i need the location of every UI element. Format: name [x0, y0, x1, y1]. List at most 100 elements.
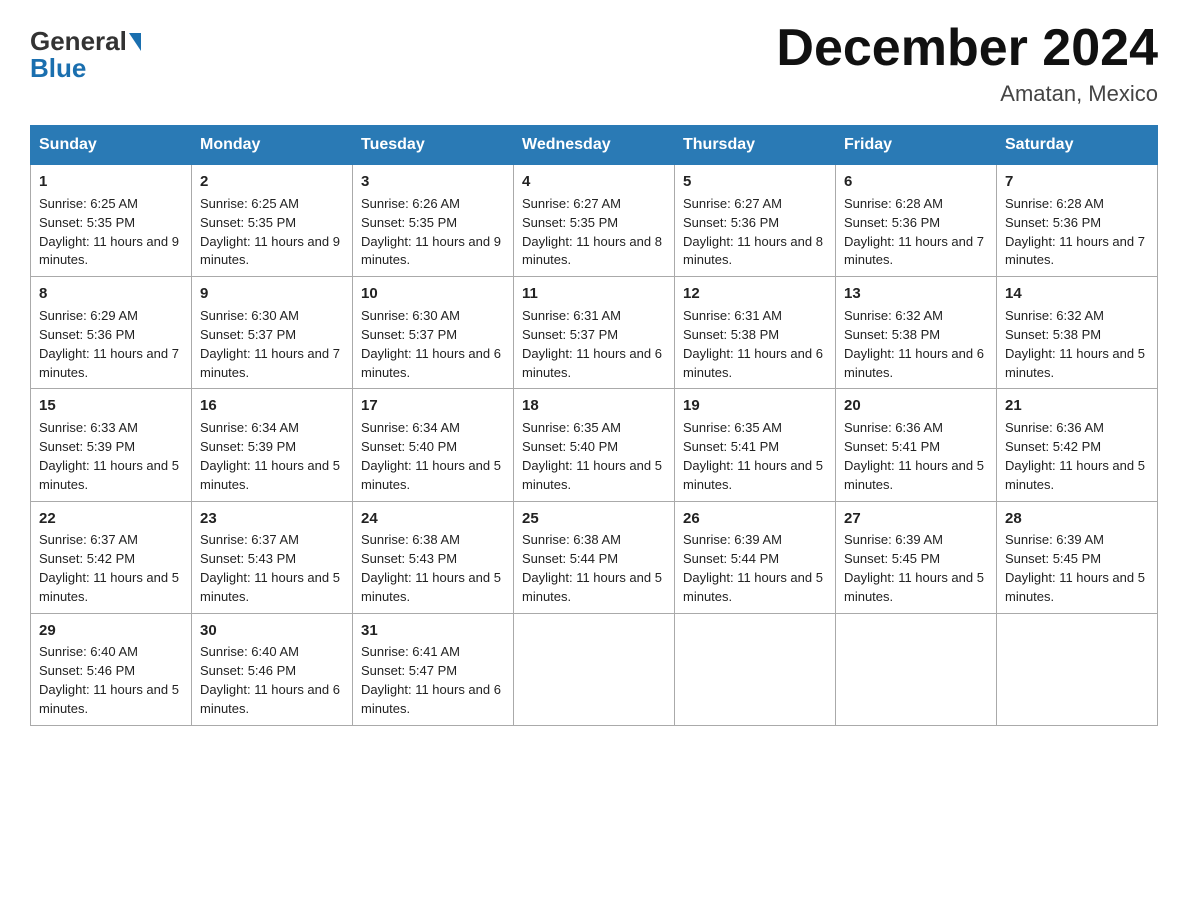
sunrise-text: Sunrise: 6:34 AM: [361, 419, 505, 438]
sunset-text: Sunset: 5:38 PM: [1005, 326, 1149, 345]
daylight-text: Daylight: 11 hours and 8 minutes.: [683, 233, 827, 271]
sunrise-text: Sunrise: 6:33 AM: [39, 419, 183, 438]
sunrise-text: Sunrise: 6:30 AM: [361, 307, 505, 326]
sunset-text: Sunset: 5:40 PM: [522, 438, 666, 457]
calendar-cell: 17Sunrise: 6:34 AMSunset: 5:40 PMDayligh…: [353, 389, 514, 501]
sunset-text: Sunset: 5:37 PM: [522, 326, 666, 345]
calendar-cell: 7Sunrise: 6:28 AMSunset: 5:36 PMDaylight…: [997, 165, 1158, 277]
day-number: 5: [683, 171, 827, 193]
calendar-cell: 11Sunrise: 6:31 AMSunset: 5:37 PMDayligh…: [514, 277, 675, 389]
day-number: 13: [844, 283, 988, 305]
calendar-cell: 18Sunrise: 6:35 AMSunset: 5:40 PMDayligh…: [514, 389, 675, 501]
calendar-cell: 10Sunrise: 6:30 AMSunset: 5:37 PMDayligh…: [353, 277, 514, 389]
daylight-text: Daylight: 11 hours and 9 minutes.: [200, 233, 344, 271]
calendar-cell: 19Sunrise: 6:35 AMSunset: 5:41 PMDayligh…: [675, 389, 836, 501]
sunset-text: Sunset: 5:37 PM: [200, 326, 344, 345]
calendar-cell: 15Sunrise: 6:33 AMSunset: 5:39 PMDayligh…: [31, 389, 192, 501]
calendar-cell: 9Sunrise: 6:30 AMSunset: 5:37 PMDaylight…: [192, 277, 353, 389]
sunrise-text: Sunrise: 6:32 AM: [1005, 307, 1149, 326]
calendar-cell: 6Sunrise: 6:28 AMSunset: 5:36 PMDaylight…: [836, 165, 997, 277]
sunset-text: Sunset: 5:35 PM: [39, 214, 183, 233]
daylight-text: Daylight: 11 hours and 6 minutes.: [683, 345, 827, 383]
sunrise-text: Sunrise: 6:37 AM: [200, 531, 344, 550]
day-number: 4: [522, 171, 666, 193]
calendar-cell: 25Sunrise: 6:38 AMSunset: 5:44 PMDayligh…: [514, 501, 675, 613]
day-number: 21: [1005, 395, 1149, 417]
calendar-cell: 31Sunrise: 6:41 AMSunset: 5:47 PMDayligh…: [353, 613, 514, 725]
logo-blue-text: Blue: [30, 53, 86, 83]
calendar-cell: 2Sunrise: 6:25 AMSunset: 5:35 PMDaylight…: [192, 165, 353, 277]
daylight-text: Daylight: 11 hours and 5 minutes.: [361, 457, 505, 495]
sunset-text: Sunset: 5:42 PM: [39, 550, 183, 569]
daylight-text: Daylight: 11 hours and 7 minutes.: [844, 233, 988, 271]
sunset-text: Sunset: 5:37 PM: [361, 326, 505, 345]
daylight-text: Daylight: 11 hours and 9 minutes.: [361, 233, 505, 271]
logo-arrow-icon: [129, 33, 141, 51]
sunset-text: Sunset: 5:36 PM: [683, 214, 827, 233]
calendar-cell: 4Sunrise: 6:27 AMSunset: 5:35 PMDaylight…: [514, 165, 675, 277]
sunrise-text: Sunrise: 6:25 AM: [200, 195, 344, 214]
sunrise-text: Sunrise: 6:30 AM: [200, 307, 344, 326]
calendar-cell: 8Sunrise: 6:29 AMSunset: 5:36 PMDaylight…: [31, 277, 192, 389]
sunrise-text: Sunrise: 6:36 AM: [844, 419, 988, 438]
sunset-text: Sunset: 5:35 PM: [361, 214, 505, 233]
sunset-text: Sunset: 5:35 PM: [200, 214, 344, 233]
sunset-text: Sunset: 5:40 PM: [361, 438, 505, 457]
sunrise-text: Sunrise: 6:39 AM: [844, 531, 988, 550]
weekday-header-thursday: Thursday: [675, 126, 836, 165]
calendar-cell: [836, 613, 997, 725]
day-number: 20: [844, 395, 988, 417]
sunrise-text: Sunrise: 6:35 AM: [522, 419, 666, 438]
sunrise-text: Sunrise: 6:39 AM: [1005, 531, 1149, 550]
day-number: 24: [361, 508, 505, 530]
day-number: 25: [522, 508, 666, 530]
sunrise-text: Sunrise: 6:40 AM: [39, 643, 183, 662]
day-number: 11: [522, 283, 666, 305]
sunset-text: Sunset: 5:45 PM: [1005, 550, 1149, 569]
day-number: 26: [683, 508, 827, 530]
daylight-text: Daylight: 11 hours and 5 minutes.: [39, 681, 183, 719]
calendar-cell: [675, 613, 836, 725]
day-number: 19: [683, 395, 827, 417]
daylight-text: Daylight: 11 hours and 5 minutes.: [522, 457, 666, 495]
day-number: 29: [39, 620, 183, 642]
day-number: 30: [200, 620, 344, 642]
day-number: 31: [361, 620, 505, 642]
day-number: 12: [683, 283, 827, 305]
sunrise-text: Sunrise: 6:39 AM: [683, 531, 827, 550]
day-number: 28: [1005, 508, 1149, 530]
sunrise-text: Sunrise: 6:41 AM: [361, 643, 505, 662]
logo: General Blue: [30, 26, 143, 84]
sunrise-text: Sunrise: 6:37 AM: [39, 531, 183, 550]
title-block: December 2024 Amatan, Mexico: [776, 20, 1158, 107]
sunrise-text: Sunrise: 6:28 AM: [844, 195, 988, 214]
calendar-cell: 28Sunrise: 6:39 AMSunset: 5:45 PMDayligh…: [997, 501, 1158, 613]
daylight-text: Daylight: 11 hours and 5 minutes.: [1005, 345, 1149, 383]
sunrise-text: Sunrise: 6:35 AM: [683, 419, 827, 438]
calendar-cell: 27Sunrise: 6:39 AMSunset: 5:45 PMDayligh…: [836, 501, 997, 613]
page-header: General Blue December 2024 Amatan, Mexic…: [30, 20, 1158, 107]
calendar-cell: 21Sunrise: 6:36 AMSunset: 5:42 PMDayligh…: [997, 389, 1158, 501]
sunset-text: Sunset: 5:38 PM: [683, 326, 827, 345]
sunset-text: Sunset: 5:44 PM: [683, 550, 827, 569]
calendar-cell: 1Sunrise: 6:25 AMSunset: 5:35 PMDaylight…: [31, 165, 192, 277]
daylight-text: Daylight: 11 hours and 6 minutes.: [361, 681, 505, 719]
daylight-text: Daylight: 11 hours and 5 minutes.: [844, 569, 988, 607]
sunrise-text: Sunrise: 6:34 AM: [200, 419, 344, 438]
daylight-text: Daylight: 11 hours and 5 minutes.: [200, 569, 344, 607]
sunset-text: Sunset: 5:41 PM: [683, 438, 827, 457]
sunset-text: Sunset: 5:38 PM: [844, 326, 988, 345]
daylight-text: Daylight: 11 hours and 8 minutes.: [522, 233, 666, 271]
sunrise-text: Sunrise: 6:31 AM: [522, 307, 666, 326]
location-text: Amatan, Mexico: [776, 81, 1158, 107]
sunrise-text: Sunrise: 6:38 AM: [522, 531, 666, 550]
calendar-cell: 30Sunrise: 6:40 AMSunset: 5:46 PMDayligh…: [192, 613, 353, 725]
daylight-text: Daylight: 11 hours and 5 minutes.: [1005, 457, 1149, 495]
calendar-cell: [514, 613, 675, 725]
daylight-text: Daylight: 11 hours and 5 minutes.: [361, 569, 505, 607]
daylight-text: Daylight: 11 hours and 5 minutes.: [200, 457, 344, 495]
day-number: 22: [39, 508, 183, 530]
day-number: 14: [1005, 283, 1149, 305]
day-number: 7: [1005, 171, 1149, 193]
sunrise-text: Sunrise: 6:27 AM: [522, 195, 666, 214]
